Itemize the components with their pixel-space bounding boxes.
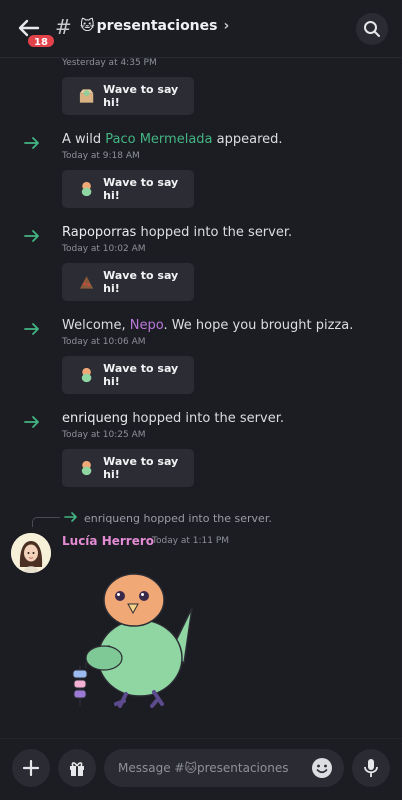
box-sticker-icon	[79, 89, 94, 103]
chevron-right-icon: ›	[223, 18, 230, 34]
system-message: Welcome, Nepo. We hope you brought pizza…	[62, 318, 353, 333]
message-suffix: hopped into the server.	[128, 411, 284, 426]
plus-icon	[22, 759, 40, 777]
avatar-image	[11, 533, 51, 573]
message-suffix: . We hope you brought pizza.	[163, 318, 354, 333]
join-arrow-icon	[24, 230, 39, 242]
join-arrow-icon	[64, 512, 77, 522]
parrot-sticker[interactable]	[62, 558, 202, 708]
message-prefix: Welcome,	[62, 318, 130, 333]
system-message: A wild Paco Mermelada appeared.	[62, 132, 283, 147]
message-prefix: A wild	[62, 132, 106, 147]
wave-label: Wave to say hi!	[103, 269, 179, 295]
channel-header: 18 # 🐱 presentaciones ›	[0, 0, 402, 58]
wave-label: Wave to say hi!	[103, 362, 179, 388]
wave-button[interactable]: Wave to say hi!	[62, 356, 194, 394]
system-message: enriqueng hopped into the server.	[62, 411, 284, 426]
message-input[interactable]	[104, 749, 344, 787]
avatar[interactable]	[11, 533, 51, 573]
gift-icon	[70, 762, 84, 776]
join-arrow-icon	[24, 323, 39, 335]
pile-sticker-icon	[79, 276, 94, 289]
bird-sticker-icon	[81, 460, 92, 476]
message-suffix: hopped into the server.	[136, 225, 293, 240]
reply-connector	[32, 517, 60, 527]
timestamp: Today at 1:11 PM	[152, 536, 230, 546]
bird-sticker-icon	[81, 181, 92, 197]
username-link[interactable]: Paco Mermelada	[105, 132, 212, 147]
wave-button[interactable]: Wave to say hi!	[62, 263, 194, 301]
bird-sticker-icon	[81, 367, 92, 383]
reply-preview[interactable]: enriqueng hopped into the server.	[84, 512, 272, 525]
message-suffix: appeared.	[212, 132, 283, 147]
timestamp: Yesterday at 4:35 PM	[62, 58, 157, 68]
timestamp: Today at 9:18 AM	[62, 151, 140, 161]
hash-icon: #	[55, 15, 72, 39]
channel-emoji: 🐱	[80, 18, 95, 34]
channel-name: presentaciones	[96, 18, 218, 34]
wave-button[interactable]: Wave to say hi!	[62, 449, 194, 487]
wave-label: Wave to say hi!	[103, 83, 179, 109]
composer-bar	[0, 738, 402, 800]
wave-button[interactable]: Wave to say hi!	[62, 170, 194, 208]
gift-button[interactable]	[58, 749, 96, 787]
wave-button[interactable]: Wave to say hi!	[62, 77, 194, 115]
search-button[interactable]	[356, 13, 388, 45]
join-arrow-icon	[24, 137, 39, 149]
add-attachment-button[interactable]	[12, 749, 50, 787]
username-link[interactable]: enriqueng	[62, 411, 128, 426]
timestamp: Today at 10:25 AM	[62, 430, 146, 440]
wave-label: Wave to say hi!	[103, 455, 179, 481]
microphone-icon	[364, 759, 378, 777]
join-arrow-icon	[24, 416, 39, 428]
timestamp: Today at 10:02 AM	[62, 244, 146, 254]
message-author[interactable]: Lucía Herrero	[62, 534, 154, 548]
timestamp: Today at 10:06 AM	[62, 337, 146, 347]
wave-label: Wave to say hi!	[103, 176, 179, 202]
voice-message-button[interactable]	[352, 749, 390, 787]
username-link[interactable]: Rapoporras	[62, 225, 136, 240]
system-message: Rapoporras hopped into the server.	[62, 225, 292, 240]
message-list[interactable]: Yesterday at 4:35 PM Wave to say hi! A w…	[0, 58, 402, 738]
unread-badge: 18	[26, 33, 56, 49]
username-link[interactable]: Nepo	[130, 318, 164, 333]
channel-title[interactable]: 🐱 presentaciones ›	[80, 18, 229, 34]
emoji-icon[interactable]	[311, 757, 333, 779]
search-icon	[364, 21, 380, 37]
